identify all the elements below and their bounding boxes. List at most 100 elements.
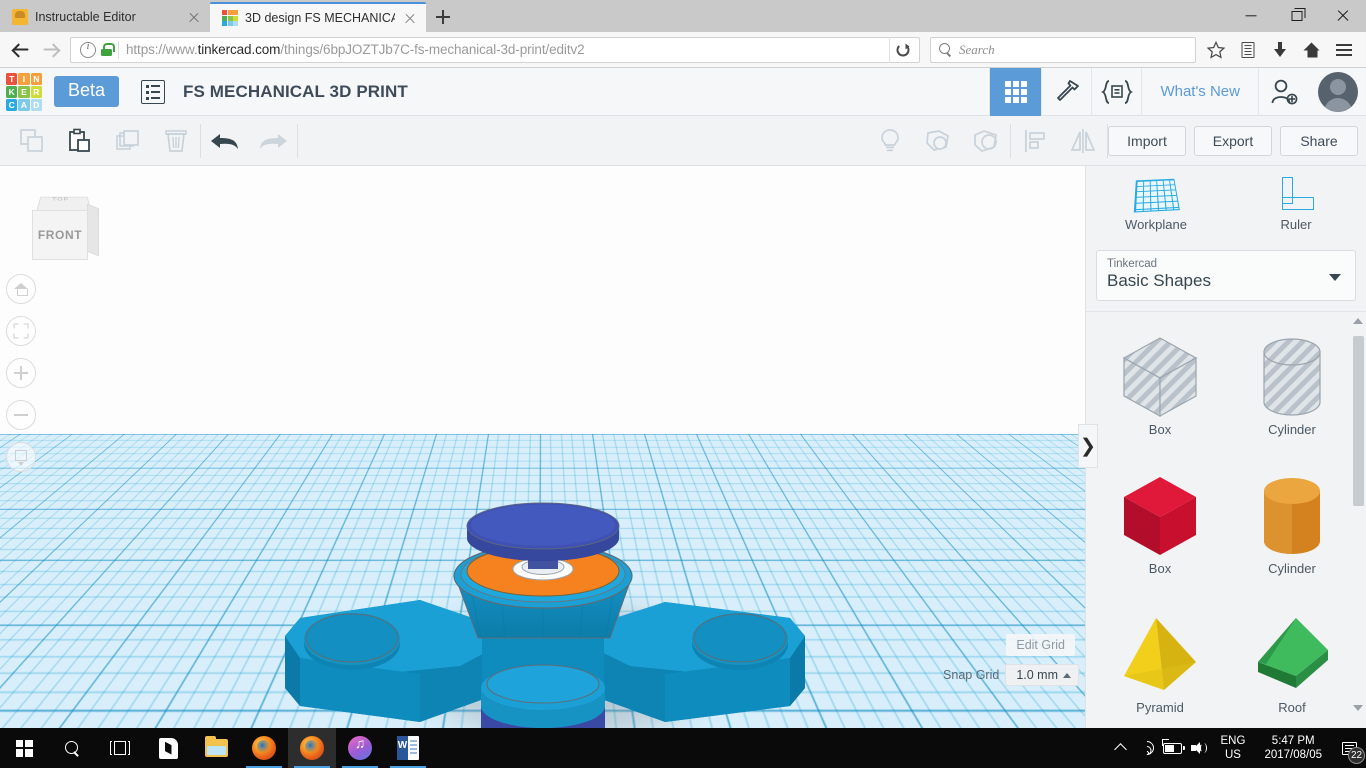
tinkercad-logo[interactable]: T I N K E R C A D — [6, 73, 42, 111]
url-bar[interactable]: https://www.tinkercad.com/things/6bpJOZT… — [70, 37, 920, 63]
perspective-icon[interactable] — [6, 442, 36, 472]
shape-item-box-hole[interactable]: Box — [1094, 326, 1226, 459]
chevron-down-icon[interactable] — [1329, 274, 1341, 281]
close-icon[interactable] — [1320, 0, 1366, 32]
ungroup-icon[interactable] — [962, 116, 1010, 166]
action-center-icon[interactable]: 22 — [1332, 728, 1366, 768]
codeblocks-icon[interactable] — [1091, 68, 1141, 116]
mirror-icon[interactable] — [1059, 116, 1107, 166]
shape-library-selector[interactable]: Tinkercad Basic Shapes — [1096, 250, 1356, 301]
language-indicator[interactable]: ENG US — [1212, 734, 1255, 762]
ruler-tool[interactable]: Ruler — [1226, 166, 1366, 242]
snap-grid-control[interactable]: Snap Grid 1.0 mm — [943, 664, 1079, 686]
home-view-icon[interactable] — [6, 274, 36, 304]
library-icon[interactable] — [1232, 35, 1264, 65]
spinner-top-cap — [467, 503, 619, 561]
toolbar-actions: Import Export Share — [1108, 126, 1366, 156]
wifi-icon[interactable] — [1134, 728, 1160, 768]
browser-tab-2[interactable]: 3D design FS MECHANICAL — [210, 2, 426, 32]
snap-grid-value[interactable]: 1.0 mm — [1005, 664, 1079, 686]
edit-grid-button[interactable]: Edit Grid — [1006, 634, 1075, 656]
back-icon[interactable] — [6, 35, 36, 65]
battery-icon[interactable] — [1160, 728, 1186, 768]
zoom-in-icon[interactable] — [6, 358, 36, 388]
language-line-2: US — [1225, 748, 1241, 762]
copy-svg — [19, 128, 45, 154]
add-user-icon[interactable] — [1258, 68, 1308, 116]
avatar[interactable] — [1318, 72, 1358, 112]
hammer-icon[interactable] — [1041, 68, 1091, 116]
shape-item-roof[interactable]: Roof — [1226, 604, 1358, 717]
shape-item-pyramid[interactable]: Pyramid — [1094, 604, 1226, 717]
downloads-icon[interactable] — [1264, 35, 1296, 65]
scroll-thumb[interactable] — [1353, 336, 1364, 506]
store-icon[interactable] — [144, 728, 192, 768]
paste-icon[interactable] — [56, 116, 104, 166]
reload-icon[interactable] — [889, 37, 915, 63]
beta-badge[interactable]: Beta — [54, 76, 119, 107]
view-cube-side[interactable] — [87, 204, 99, 257]
workplane-tool[interactable]: Workplane — [1086, 166, 1226, 242]
browser-tab-1[interactable]: Instructable Editor — [0, 2, 210, 32]
fidget-spinner-model[interactable] — [0, 166, 1085, 728]
delete-icon[interactable] — [152, 116, 200, 166]
scroll-down-icon[interactable] — [1353, 705, 1363, 711]
search-icon[interactable] — [48, 728, 96, 768]
undo-icon[interactable] — [201, 116, 249, 166]
redo-icon[interactable] — [249, 116, 297, 166]
new-tab-button[interactable] — [426, 2, 460, 32]
word-icon[interactable] — [384, 728, 432, 768]
file-explorer-icon[interactable] — [192, 728, 240, 768]
whats-new-link[interactable]: What's New — [1141, 68, 1258, 116]
show-hidden-icons-chevron[interactable] — [1108, 728, 1134, 768]
shape-item-cylinder-orange[interactable]: Cylinder — [1226, 465, 1358, 598]
light-bulb-icon[interactable] — [866, 116, 914, 166]
close-icon[interactable] — [186, 9, 202, 25]
shape-item-box-red[interactable]: Box — [1094, 465, 1226, 598]
firefox-glyph — [252, 736, 276, 760]
shape-item-cylinder-hole[interactable]: Cylinder — [1226, 326, 1358, 459]
import-button[interactable]: Import — [1108, 126, 1186, 156]
box-hatched-icon — [1112, 326, 1208, 426]
paste-svg — [67, 128, 93, 154]
copy-icon[interactable] — [8, 116, 56, 166]
search-input[interactable]: Search — [930, 37, 1196, 63]
scroll-up-icon[interactable] — [1353, 318, 1363, 324]
view-cube[interactable]: FRONT TOP — [30, 194, 98, 264]
shape-grid: Box Cylinder Box Cylinder Pyramid Roof — [1086, 312, 1366, 717]
maximize-icon[interactable] — [1274, 0, 1320, 32]
task-view-icon[interactable] — [96, 728, 144, 768]
zoom-out-icon[interactable] — [6, 400, 36, 430]
volume-icon[interactable] — [1186, 728, 1212, 768]
clock[interactable]: 5:47 PM 2017/08/05 — [1254, 734, 1332, 762]
home-icon[interactable] — [1296, 35, 1328, 65]
3d-viewport[interactable]: FRONT TOP Edit Grid Snap Grid 1.0 mm — [0, 166, 1085, 728]
app-header-right: What's New — [989, 68, 1366, 116]
export-button[interactable]: Export — [1194, 126, 1272, 156]
minimize-icon[interactable] — [1228, 0, 1274, 32]
grid-icon[interactable] — [989, 68, 1041, 116]
bookmark-star-icon[interactable] — [1200, 35, 1232, 65]
firefox-icon-active[interactable] — [288, 728, 336, 768]
menu-icon[interactable] — [1328, 35, 1360, 65]
codeblocks-svg — [1100, 79, 1134, 105]
close-icon[interactable] — [402, 10, 418, 26]
fit-view-icon[interactable] — [6, 316, 36, 346]
align-icon[interactable] — [1011, 116, 1059, 166]
design-menu-icon[interactable] — [141, 80, 165, 104]
duplicate-icon[interactable] — [104, 116, 152, 166]
group-icon[interactable] — [914, 116, 962, 166]
panel-collapse-toggle[interactable]: ❯ — [1078, 424, 1098, 468]
share-button[interactable]: Share — [1280, 126, 1358, 156]
firefox-icon[interactable] — [240, 728, 288, 768]
forward-icon[interactable] — [36, 35, 66, 65]
ruler-icon — [1276, 177, 1316, 211]
itunes-icon[interactable] — [336, 728, 384, 768]
info-icon[interactable] — [80, 42, 96, 58]
panel-scrollbar[interactable] — [1353, 318, 1364, 711]
start-icon[interactable] — [0, 728, 48, 768]
logo-tile: A — [18, 99, 29, 111]
shape-library-selector-wrap: Tinkercad Basic Shapes — [1086, 242, 1366, 311]
view-cube-front[interactable]: FRONT — [32, 210, 88, 260]
logo-tile: N — [31, 73, 42, 85]
